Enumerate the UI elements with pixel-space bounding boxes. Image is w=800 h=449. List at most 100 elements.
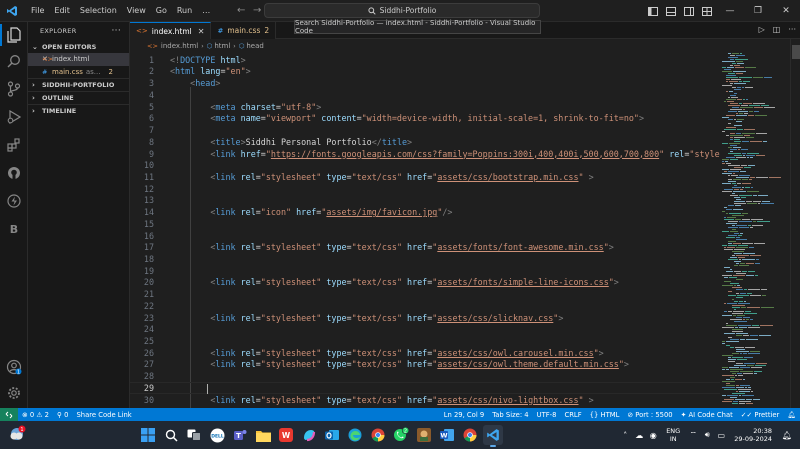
clock[interactable]: 20:38 29-09-2024 [734,427,772,443]
code-line[interactable]: 17 <link rel="stylesheet" type="text/css… [130,242,720,254]
code-editor[interactable]: 1 <!DOCTYPE html> 2 <html lang="en"> 3 <head… [130,53,720,408]
more-actions-icon[interactable]: ··· [112,26,121,36]
code-line[interactable]: 4 [130,89,720,101]
code-line[interactable]: 27 <link rel="stylesheet" type="text/css… [130,359,720,371]
code-line[interactable]: 28 [130,370,720,382]
code-line[interactable]: 9 <link href="https://fonts.googleapis.c… [130,148,720,160]
source-control-icon[interactable] [5,80,23,98]
weather-widget[interactable]: 1 [8,425,32,443]
open-editor-item-main-css[interactable]: # main.css as... 2 [28,66,129,79]
edge-icon[interactable] [345,425,365,445]
code-line[interactable]: 15 [130,218,720,230]
menu-selection[interactable]: Selection [75,6,122,15]
task-view-icon[interactable] [184,425,204,445]
code-line[interactable]: 19 [130,265,720,277]
vertical-scrollbar[interactable] [790,39,800,408]
tab-index-html[interactable]: <> index.html ✕ [130,22,212,39]
code-line[interactable]: 8 <title>Siddhi Personal Portfolio</titl… [130,136,720,148]
explorer-icon[interactable] [5,26,23,44]
code-line[interactable]: 1 <!DOCTYPE html> [130,54,720,66]
share-code-link[interactable]: Share Code Link [72,411,135,419]
code-line[interactable]: 7 [130,124,720,136]
code-line[interactable]: 26 <link rel="stylesheet" type="text/css… [130,347,720,359]
breadcrumb-file[interactable]: index.html [161,42,198,50]
teams-icon[interactable]: T [230,425,250,445]
menu-file[interactable]: File [26,6,49,15]
run-debug-icon[interactable] [5,108,23,126]
toggle-panel-icon[interactable] [662,6,680,16]
customize-layout-icon[interactable] [698,6,716,16]
wps-office-icon[interactable]: W [276,425,296,445]
language-indicator[interactable]: ENG IN [666,427,680,443]
wifi-icon[interactable]: ⌔ [686,430,700,440]
code-line[interactable]: 13 [130,195,720,207]
lightning-icon[interactable] [5,192,23,210]
battery-icon[interactable]: ▭ [714,431,728,440]
close-window-icon[interactable]: ✕ [772,6,800,16]
code-line[interactable]: 29 [130,382,720,395]
language-mode[interactable]: {} HTML [586,411,624,419]
ports-status[interactable]: ⚲ 0 [53,411,72,419]
copilot-icon[interactable] [299,425,319,445]
menu-run[interactable]: Run [172,6,197,15]
chrome-profile-icon[interactable] [460,425,480,445]
cursor-position[interactable]: Ln 29, Col 9 [440,411,489,419]
code-line[interactable]: 20 <link rel="stylesheet" type="text/css… [130,277,720,289]
tab-size[interactable]: Tab Size: 4 [488,411,532,419]
start-button-icon[interactable] [138,425,158,445]
menu-more[interactable]: … [197,6,215,15]
code-line[interactable]: 23 <link rel="stylesheet" type="text/css… [130,312,720,324]
code-line[interactable]: 5 <meta charset="utf-8"> [130,101,720,113]
onedrive-icon[interactable]: ☁ [632,431,646,440]
end-of-line[interactable]: CRLF [560,411,585,419]
encoding[interactable]: UTF-8 [533,411,561,419]
code-line[interactable]: 11 <link rel="stylesheet" type="text/css… [130,171,720,183]
file-explorer-icon[interactable] [253,425,273,445]
outlook-icon[interactable] [322,425,342,445]
word-icon[interactable]: W [437,425,457,445]
code-line[interactable]: 18 [130,253,720,265]
close-icon[interactable]: ✕ [28,55,48,63]
volume-icon[interactable]: 🔊︎ [700,430,714,440]
whatsapp-icon[interactable]: 2 [391,425,411,445]
code-line[interactable]: 10 [130,159,720,171]
tab-main-css[interactable]: # main.css 2 [211,22,277,39]
restore-icon[interactable]: ❐ [744,6,772,16]
code-line[interactable]: 6 <meta name="viewport" content="width=d… [130,113,720,125]
toggle-primary-sidebar-icon[interactable] [644,6,662,16]
breadcrumb-html[interactable]: html [214,42,230,50]
close-icon[interactable]: ✕ [198,27,205,36]
game-app-icon[interactable] [414,425,434,445]
outline-section[interactable]: › OUTLINE [28,91,129,104]
run-icon[interactable]: ▷ [759,25,765,34]
browser-tray-icon[interactable]: ◉ [646,431,660,440]
notifications-bell-icon[interactable]: 🔔︎ [783,411,800,419]
command-center-search[interactable]: Siddhi-Portfolio [264,3,540,18]
code-line[interactable]: 30 <link rel="stylesheet" type="text/css… [130,394,720,406]
chrome-icon[interactable] [368,425,388,445]
problems-status[interactable]: ⊗ 0 ⚠ 2 [18,411,53,419]
code-line[interactable]: 12 [130,183,720,195]
code-line[interactable]: 21 [130,288,720,300]
vscode-taskbar-icon[interactable] [483,425,503,447]
prettier-status[interactable]: ✓✓ Prettier [737,411,784,419]
code-line[interactable]: 24 [130,324,720,336]
code-line[interactable]: 14 <link rel="icon" href="assets/img/fav… [130,206,720,218]
code-line[interactable]: 25 [130,335,720,347]
chevron-up-icon[interactable]: ˄ [618,431,632,440]
code-line[interactable]: 22 [130,300,720,312]
timeline-section[interactable]: › TIMELINE [28,104,129,117]
breadcrumb-head[interactable]: head [246,42,263,50]
b-extension-icon[interactable]: B [5,220,23,238]
scrollbar-thumb[interactable] [792,45,800,59]
minimize-icon[interactable]: — [716,6,744,16]
more-actions-icon[interactable]: ··· [788,25,796,34]
search-icon[interactable] [5,52,23,70]
folder-section[interactable]: › SIDDHII-PORTFOLIO [28,78,129,91]
toggle-secondary-sidebar-icon[interactable] [680,6,698,16]
settings-gear-icon[interactable] [5,384,23,402]
code-line[interactable]: 16 [130,230,720,242]
remote-indicator-icon[interactable] [0,408,18,421]
ai-code-chat[interactable]: ✦ AI Code Chat [677,411,737,419]
open-editor-item-index[interactable]: ✕ <> index.html [28,53,129,66]
